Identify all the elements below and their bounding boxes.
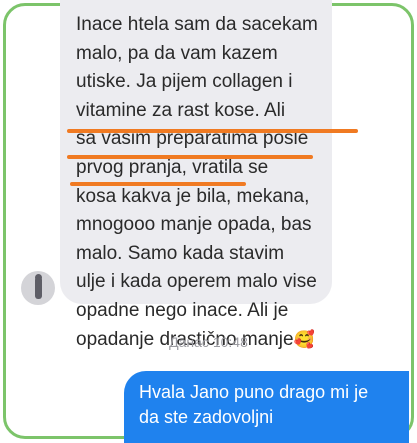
reply-line: Hvala Jano puno drago mi je	[139, 382, 369, 402]
message-line: kosa kakva je bila, mekana,	[76, 185, 310, 207]
avatar-icon[interactable]	[21, 271, 55, 305]
message-timestamp: Данас 10:48	[169, 334, 248, 350]
avatar-head	[35, 274, 42, 281]
outgoing-message-text: Hvala Jano puno drago mi je da ste zadov…	[139, 380, 404, 430]
highlight-underline	[70, 182, 246, 186]
message-line: malo. Samo kada stavim	[76, 242, 285, 264]
message-line: Inace htela sam da sacekam	[76, 14, 318, 35]
highlight-underline	[67, 129, 358, 133]
message-line: mnogooo manje opada, bas	[76, 214, 312, 236]
message-line: opadne nego inace. Ali je	[76, 299, 289, 321]
message-line: vitamine za rast kose. Ali	[76, 99, 286, 121]
reply-line: da ste zadovoljni	[139, 407, 274, 427]
highlight-underline	[67, 155, 313, 159]
message-line: utiske. Ja pijem collagen i	[76, 71, 293, 93]
message-line: malo, pa da vam kazem	[76, 42, 278, 64]
message-line: ulje i kada operem malo vise	[76, 271, 317, 293]
